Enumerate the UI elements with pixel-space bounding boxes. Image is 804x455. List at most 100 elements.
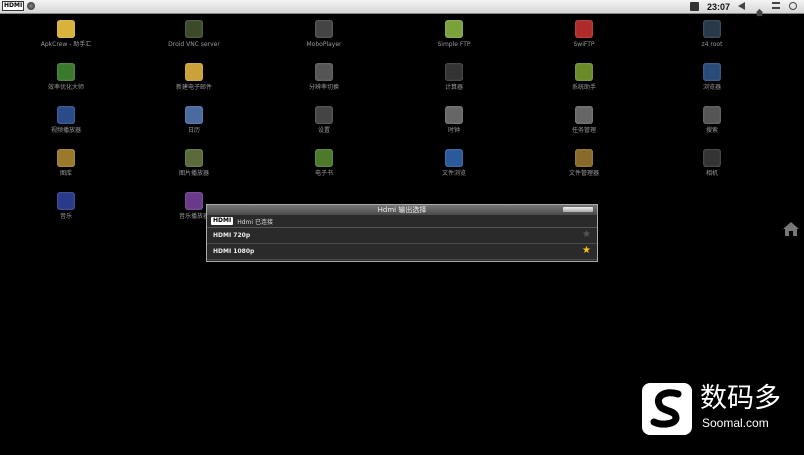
app-label: SwiFTP: [573, 41, 595, 48]
app-label: 系统助手: [571, 84, 596, 91]
app-label: 相机: [705, 170, 718, 177]
status-bar-right: 23:07: [689, 0, 798, 17]
dialog-title-bar: Hdmi 输出选择: [207, 205, 597, 215]
app-icon: [57, 63, 75, 81]
app-label: 设置: [317, 127, 330, 134]
app-icon: [185, 20, 203, 38]
app-icon: [575, 63, 593, 81]
app-icon-launcher[interactable]: 时钟: [394, 102, 514, 144]
dialog-title: Hdmi 输出选择: [377, 206, 427, 214]
app-label: 日历: [187, 127, 200, 134]
home-button[interactable]: [782, 221, 800, 237]
app-icon: [445, 149, 463, 167]
app-label: 图片播放器: [178, 170, 209, 177]
option-hdmi-1080p[interactable]: HDMI 1080p ★: [207, 244, 597, 260]
search-icon[interactable]: [789, 2, 798, 11]
app-label: 效率优化大师: [47, 84, 84, 91]
app-icon-launcher[interactable]: 搜索: [652, 102, 772, 144]
app-label: Droid VNC server: [168, 41, 220, 48]
app-icon: [703, 63, 721, 81]
selected-star-icon[interactable]: ★: [582, 246, 591, 256]
app-icon: [445, 20, 463, 38]
app-label: 音乐: [59, 213, 72, 220]
app-icon-launcher[interactable]: 视频播放器: [6, 102, 126, 144]
app-icon-launcher[interactable]: 文件浏览: [394, 145, 514, 187]
app-label: ApkCrew - 助手汇: [40, 41, 92, 48]
watermark: 数码多 Soomal.com: [642, 383, 792, 438]
app-icon-launcher[interactable]: 图片播放器: [134, 145, 254, 187]
app-icon-launcher[interactable]: 图库: [6, 145, 126, 187]
app-icon: [185, 106, 203, 124]
app-icon: [575, 106, 593, 124]
app-label: 文件浏览: [441, 170, 466, 177]
watermark-logo: [642, 383, 692, 435]
app-icon-launcher[interactable]: 电子书: [264, 145, 384, 187]
watermark-cn-text: 数码多: [700, 383, 781, 414]
app-label: 分辨率切换: [308, 84, 339, 91]
app-label: Simple FTP: [437, 41, 471, 48]
app-icon: [185, 63, 203, 81]
app-icon: [315, 20, 333, 38]
app-icon-launcher[interactable]: 设置: [264, 102, 384, 144]
app-icon: [315, 149, 333, 167]
option-hdmi-720p[interactable]: HDMI 720p ★: [207, 228, 597, 244]
app-label: 视频播放器: [50, 127, 81, 134]
option-label: HDMI 1080p: [213, 248, 255, 255]
dialog-title-decoration: [563, 207, 593, 212]
app-icon-launcher[interactable]: MoboPlayer: [264, 16, 384, 58]
app-label: 电子书: [314, 170, 333, 177]
app-label: 新建电子邮件: [175, 84, 212, 91]
app-label: 搜索: [705, 127, 718, 134]
app-label: 时钟: [447, 127, 460, 134]
app-icon-launcher[interactable]: 效率优化大师: [6, 59, 126, 101]
home-icon: [783, 222, 799, 236]
app-label: 任务管理: [571, 127, 596, 134]
hdmi-status-icon: HDMI: [2, 1, 25, 11]
app-icon: [575, 149, 593, 167]
app-icon-launcher[interactable]: Simple FTP: [394, 16, 514, 58]
clock: 23:07: [706, 1, 730, 12]
menu-icon[interactable]: [772, 2, 781, 11]
unselected-star-icon[interactable]: ★: [582, 230, 591, 240]
back-icon[interactable]: [738, 2, 747, 11]
app-icon-launcher[interactable]: z4 root: [652, 16, 772, 58]
app-icon: [57, 149, 75, 167]
app-icon-launcher[interactable]: Droid VNC server: [134, 16, 254, 58]
app-icon: [445, 63, 463, 81]
app-icon: [703, 106, 721, 124]
usb-status-icon: [27, 2, 36, 10]
status-bar-left: HDMI: [2, 1, 36, 11]
hdmi-output-dialog: Hdmi 输出选择 HDMI Hdmi 已连接 HDMI 720p ★ HDMI…: [206, 204, 598, 262]
app-icon-launcher[interactable]: 分辨率切换: [264, 59, 384, 101]
app-label: z4 root: [701, 41, 723, 48]
app-icon-launcher[interactable]: 新建电子邮件: [134, 59, 254, 101]
dialog-subheader: HDMI Hdmi 已连接: [207, 215, 597, 228]
app-icon-launcher[interactable]: 音乐: [6, 188, 126, 230]
hdmi-logo: HDMI: [211, 217, 234, 225]
app-icon-launcher[interactable]: 任务管理: [524, 102, 644, 144]
app-label: 图库: [59, 170, 72, 177]
status-bar: HDMI 23:07: [0, 0, 804, 17]
sdcard-icon: [689, 2, 699, 11]
app-icon-launcher[interactable]: 浏览器: [652, 59, 772, 101]
app-icon-launcher[interactable]: 计算器: [394, 59, 514, 101]
app-icon: [185, 149, 203, 167]
dialog-subtitle: Hdmi 已连接: [237, 218, 273, 226]
app-icon: [703, 149, 721, 167]
app-icon: [575, 20, 593, 38]
app-icon-launcher[interactable]: SwiFTP: [524, 16, 644, 58]
app-icon: [445, 106, 463, 124]
app-icon-launcher[interactable]: 系统助手: [524, 59, 644, 101]
app-icon-launcher[interactable]: ApkCrew - 助手汇: [6, 16, 126, 58]
app-label: 计算器: [444, 84, 463, 91]
app-label: MoboPlayer: [306, 41, 342, 48]
app-icon: [185, 192, 203, 210]
app-icon-launcher[interactable]: 相机: [652, 145, 772, 187]
app-icon: [703, 20, 721, 38]
app-icon-launcher[interactable]: 日历: [134, 102, 254, 144]
app-icon: [315, 106, 333, 124]
app-icon-launcher[interactable]: 文件管理器: [524, 145, 644, 187]
watermark-en-text: Soomal.com: [702, 416, 769, 430]
app-icon: [57, 192, 75, 210]
home-icon[interactable]: [755, 2, 764, 17]
